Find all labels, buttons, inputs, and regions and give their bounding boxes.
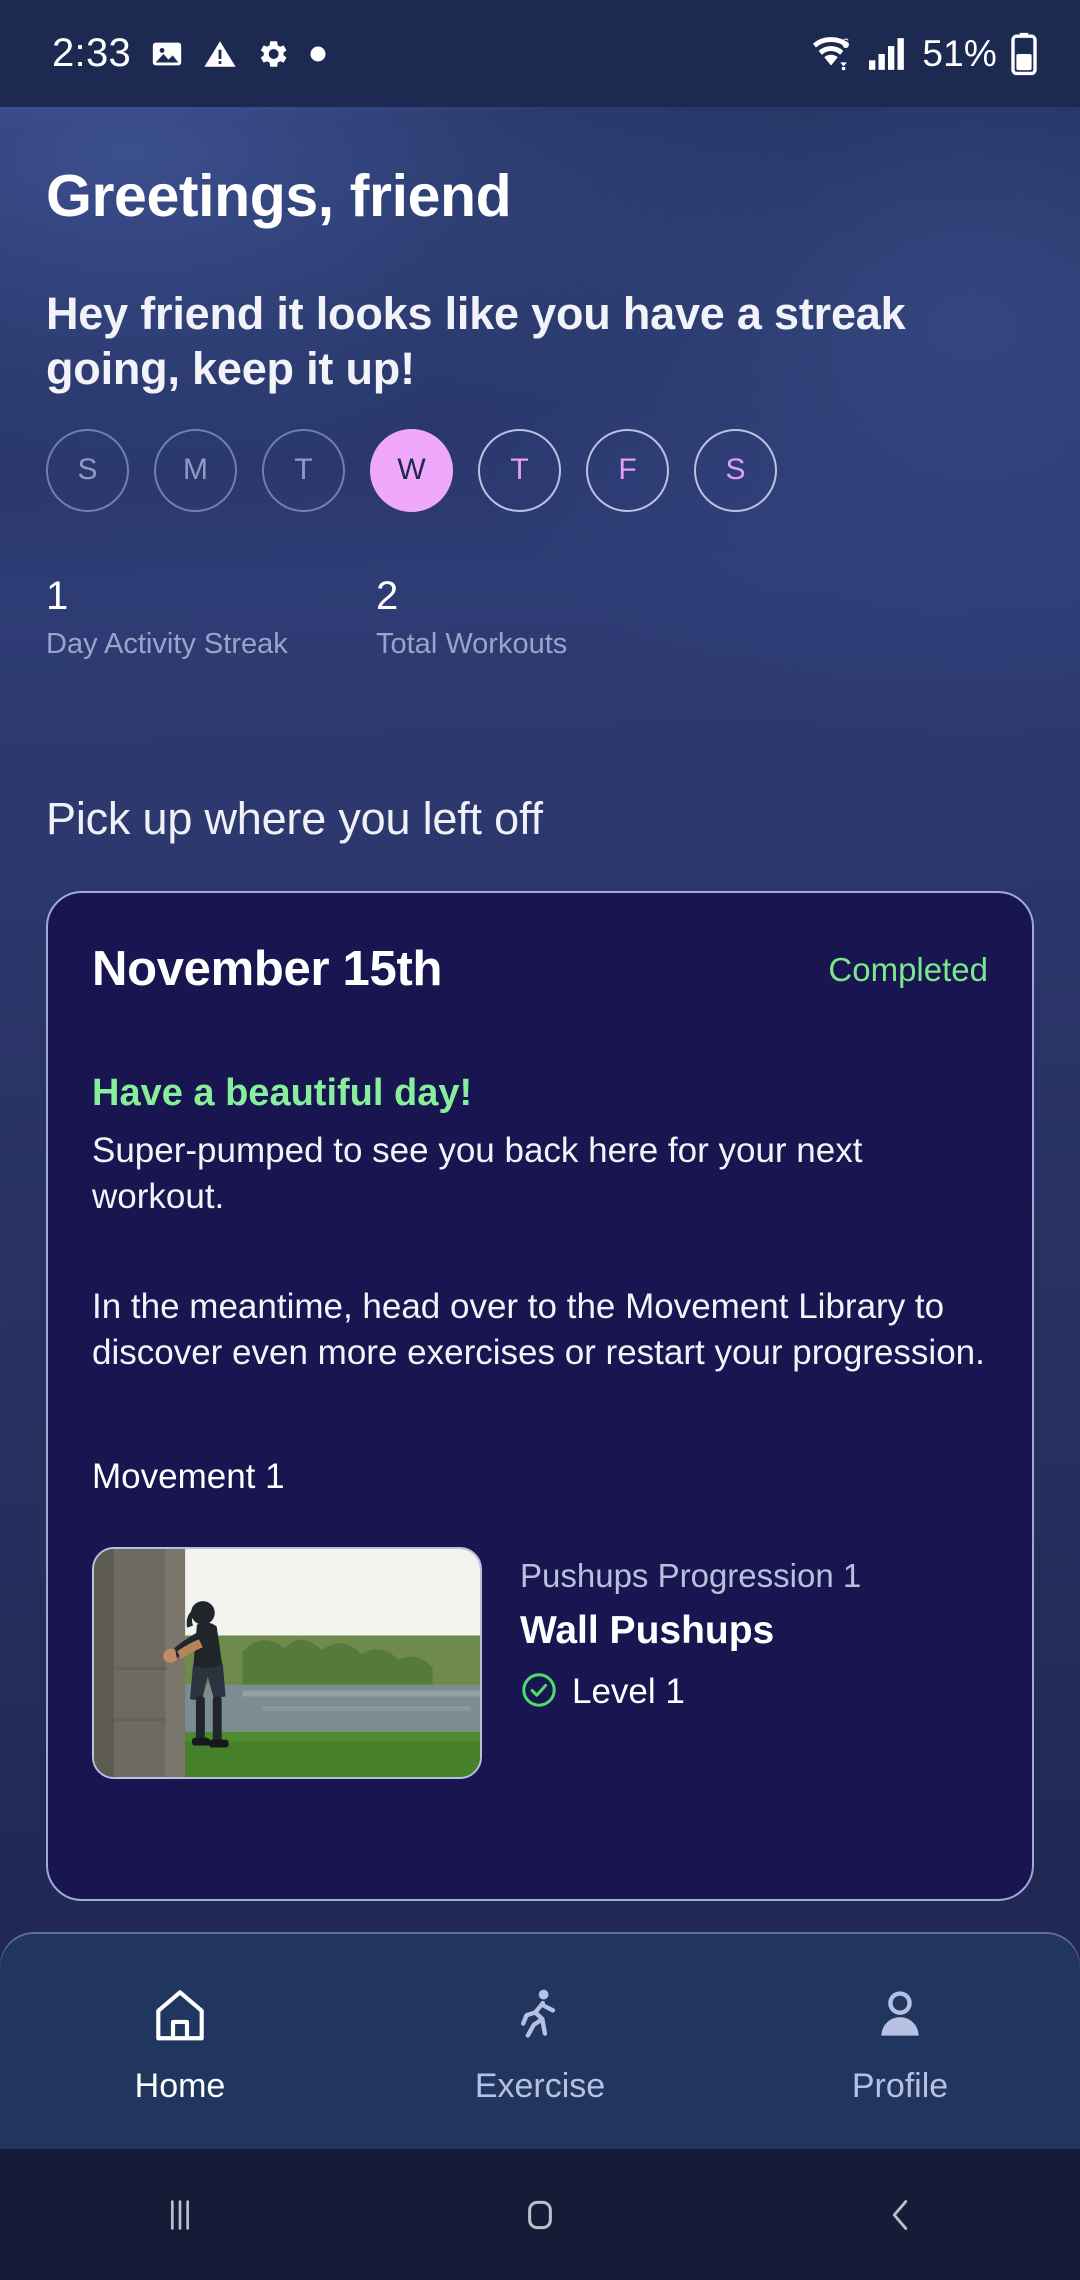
movement-thumbnail[interactable] (92, 1546, 482, 1779)
stats-row: 1 Day Activity Streak 2 Total Workouts (46, 574, 1034, 661)
nav-item-exercise[interactable]: Exercise (360, 1978, 720, 2106)
nav-item-profile[interactable]: Profile (720, 1978, 1080, 2106)
day-circle-label: M (183, 453, 208, 487)
nav-label-home: Home (134, 2066, 226, 2105)
day-circle-6[interactable]: S (694, 428, 777, 512)
workout-paragraph-2: In the meantime, head over to the Moveme… (92, 1286, 985, 1373)
warning-icon (203, 37, 237, 71)
check-circle-icon (520, 1671, 558, 1714)
battery-percent-label: 51% (922, 32, 997, 74)
recents-button[interactable] (0, 2192, 360, 2238)
dot-icon (309, 45, 327, 63)
day-circle-1[interactable]: M (154, 428, 237, 512)
day-circle-label: T (510, 453, 529, 487)
day-circle-4[interactable]: T (478, 428, 561, 512)
workout-heading: Have a beautiful day! (92, 1071, 473, 1114)
stat-value: 1 (46, 573, 69, 618)
week-streak-row: SMTWTFS (46, 428, 1034, 512)
stat-label: Total Workouts (376, 627, 568, 660)
day-circle-2[interactable]: T (262, 428, 345, 512)
status-time: 2:33 (52, 31, 132, 75)
movement-row[interactable]: Pushups Progression 1 Wall Pushups Level… (92, 1546, 988, 1779)
home-icon (149, 1984, 211, 2051)
page-title: Greetings, friend (46, 163, 512, 229)
svg-text:6: 6 (842, 35, 850, 50)
workout-card-header: November 15th Completed (92, 941, 988, 997)
movement-name: Wall Pushups (520, 1608, 775, 1652)
stat-item-0: 1 Day Activity Streak (46, 574, 376, 661)
status-bar: 2:33 6 51% (0, 0, 1080, 107)
image-icon (150, 37, 184, 71)
android-system-nav (0, 2149, 1080, 2280)
movement-level-row: Level 1 (520, 1671, 861, 1714)
workout-card[interactable]: November 15th Completed Have a beautiful… (46, 890, 1034, 1901)
back-button[interactable] (720, 2192, 1080, 2238)
workout-paragraph-1: Super-pumped to see you back here for yo… (92, 1130, 863, 1217)
stat-label: Day Activity Streak (46, 627, 288, 660)
stat-item-1: 2 Total Workouts (376, 574, 567, 661)
gear-icon (256, 37, 290, 71)
day-circle-5[interactable]: F (586, 428, 669, 512)
wifi-icon: 6 (808, 34, 854, 74)
day-circle-label: S (77, 453, 98, 487)
section-title: Pick up where you left off (46, 792, 543, 844)
running-person-icon (509, 1984, 571, 2051)
bottom-navigation: Home Exercise Profile (0, 1934, 1080, 2149)
nav-label-exercise: Exercise (474, 2066, 606, 2105)
app-content: Greetings, friend Hey friend it looks li… (0, 107, 1080, 2280)
day-circle-0[interactable]: S (46, 428, 129, 512)
home-button[interactable] (360, 2192, 720, 2238)
workout-date: November 15th (92, 941, 443, 996)
day-circle-label: F (618, 453, 637, 487)
status-bar-right: 6 51% (808, 32, 1038, 76)
movement-level-label: Level 1 (572, 1672, 685, 1712)
status-badge: Completed (828, 950, 988, 988)
day-circle-3[interactable]: W (370, 428, 453, 512)
signal-icon (867, 35, 909, 73)
nav-item-home[interactable]: Home (0, 1978, 360, 2106)
day-circle-label: S (725, 453, 746, 487)
movement-label: Movement 1 (92, 1456, 285, 1496)
stat-value: 2 (376, 573, 399, 618)
status-bar-left: 2:33 (52, 31, 327, 76)
day-circle-label: T (294, 453, 313, 487)
day-circle-label: W (397, 453, 426, 487)
person-icon (869, 1984, 931, 2051)
movement-progression: Pushups Progression 1 (520, 1556, 862, 1594)
streak-message: Hey friend it looks like you have a stre… (46, 288, 906, 394)
nav-label-profile: Profile (851, 2066, 949, 2105)
battery-icon (1010, 32, 1038, 76)
movement-info: Pushups Progression 1 Wall Pushups Level… (520, 1547, 861, 1779)
